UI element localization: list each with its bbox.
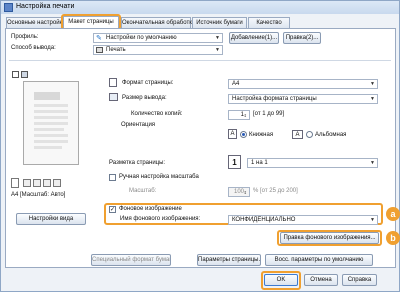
profile-select[interactable]: ✎ Настройки по умолчанию ▼ xyxy=(93,33,223,43)
orientation-label: Ориентация xyxy=(121,122,156,128)
tab-quality[interactable]: Качество xyxy=(248,17,290,28)
output-method-value: Печать xyxy=(106,47,126,53)
profile-value: Настройки по умолчанию xyxy=(106,35,177,41)
manual-scale-checkbox[interactable] xyxy=(109,174,116,181)
preview-line xyxy=(34,128,64,131)
copies-stack-icon xyxy=(11,178,19,188)
callout-a: a xyxy=(386,207,400,221)
scale-label: Масштаб: xyxy=(129,188,157,194)
cancel-button[interactable]: Отмена xyxy=(304,274,338,286)
chevron-down-icon: ▼ xyxy=(370,96,375,102)
preview-line xyxy=(34,134,68,137)
preview-line xyxy=(34,104,68,107)
scale-value: 100 xyxy=(233,189,244,195)
tab-paper-source[interactable]: Источник бумаги xyxy=(192,17,247,28)
portrait-radio[interactable] xyxy=(240,131,247,138)
portrait-icon: A xyxy=(228,129,237,139)
title-bar: Настройка печати xyxy=(1,1,399,14)
tab-basic-settings[interactable]: Основные настройки xyxy=(6,17,66,28)
help-button[interactable]: Справка xyxy=(342,274,377,286)
output-size-select[interactable]: Настройка формата страницы ▼ xyxy=(228,94,378,104)
print-settings-dialog: Настройка печати Основные настройки Маке… xyxy=(0,0,400,292)
spin-arrows-icon[interactable]: ⇕ xyxy=(244,111,247,119)
booklet-icon xyxy=(43,179,51,187)
landscape-label: Альбомная xyxy=(315,132,347,138)
watermark-checkbox[interactable]: ✓ xyxy=(109,206,116,213)
printer-icon xyxy=(4,3,13,12)
page-size-icon xyxy=(109,78,117,87)
page-options-button[interactable]: Параметры страницы... xyxy=(197,254,261,266)
layout-value: 1 на 1 xyxy=(251,160,268,166)
layout-label: Разметка страницы: xyxy=(109,160,166,166)
edit-profile-button[interactable]: Правка(2)... xyxy=(283,32,321,44)
output-method-label: Способ вывода: xyxy=(11,45,56,51)
preview-line xyxy=(34,146,62,149)
preview-line xyxy=(34,122,68,125)
scale-input[interactable]: 100 ⇕ xyxy=(228,187,250,197)
chevron-down-icon: ▼ xyxy=(370,217,375,223)
callout-b: b xyxy=(386,231,400,245)
preview-page-icon[interactable] xyxy=(12,71,19,78)
output-size-icon xyxy=(109,93,118,101)
output-size-value: Настройка формата страницы xyxy=(232,96,317,102)
portrait-label: Книжная xyxy=(249,132,274,138)
copies-input[interactable]: 1 ⇕ xyxy=(228,110,250,120)
preview-block xyxy=(34,92,60,100)
ok-button[interactable]: OK xyxy=(264,274,298,286)
zoom-icon xyxy=(53,179,61,187)
chevron-down-icon: ▼ xyxy=(370,160,375,166)
layout-icon: 1 xyxy=(228,155,241,169)
watermark-name-label: Имя фонового изображения: xyxy=(120,216,201,222)
profile-label: Профиль: xyxy=(11,34,39,40)
preview-line xyxy=(34,116,68,119)
chevron-down-icon: ▼ xyxy=(215,35,220,41)
edit-watermark-button[interactable]: Правка фонового изображения... xyxy=(280,232,379,244)
scale-range: % [от 25 до 200] xyxy=(253,188,298,194)
watermark-name-value: КОНФИДЕНЦИАЛЬНО xyxy=(232,217,296,223)
chevron-down-icon: ▼ xyxy=(215,47,220,53)
view-settings-button[interactable]: Настройки вида xyxy=(16,213,86,225)
chevron-down-icon: ▼ xyxy=(370,81,375,87)
watermark-label: Фоновое изображение xyxy=(119,206,182,212)
copies-label: Количество копий: xyxy=(131,111,183,117)
landscape-radio[interactable] xyxy=(306,131,313,138)
tab-finishing[interactable]: Окончательная обработка xyxy=(121,17,195,28)
page-size-value: A4 xyxy=(232,81,240,87)
output-size-label: Размер вывода: xyxy=(122,95,167,101)
profile-pencil-icon: ✎ xyxy=(96,35,102,42)
window-title: Настройка печати xyxy=(16,3,75,10)
preview-line xyxy=(34,110,68,113)
duplex-icon xyxy=(33,179,41,187)
layout-select[interactable]: 1 на 1 ▼ xyxy=(247,158,378,168)
staple-icon xyxy=(23,179,31,187)
page-size-label: Формат страницы: xyxy=(122,80,174,86)
spin-arrows-icon[interactable]: ⇕ xyxy=(244,188,247,196)
landscape-icon: A xyxy=(292,130,303,139)
printer-icon xyxy=(96,47,103,53)
output-method-select[interactable]: Печать ▼ xyxy=(93,45,223,55)
preview-line xyxy=(34,140,68,143)
restore-defaults-button[interactable]: Восс. параметры по умолчанию xyxy=(265,254,373,266)
page-preview xyxy=(23,81,79,165)
copies-range: [от 1 до 99] xyxy=(253,111,285,117)
manual-scale-label: Ручная настройка масштаба xyxy=(119,174,199,180)
preview-caption: A4 [Масштаб: Авто] xyxy=(11,192,66,198)
page-size-select[interactable]: A4 ▼ xyxy=(228,79,378,89)
add-profile-button[interactable]: Добавление(1)... xyxy=(229,32,279,44)
preview-printer-icon[interactable] xyxy=(21,71,28,78)
special-paper-format-button[interactable]: Специальный формат бумаги... xyxy=(91,254,171,266)
watermark-name-select[interactable]: КОНФИДЕНЦИАЛЬНО ▼ xyxy=(228,215,378,225)
divider xyxy=(9,60,391,61)
